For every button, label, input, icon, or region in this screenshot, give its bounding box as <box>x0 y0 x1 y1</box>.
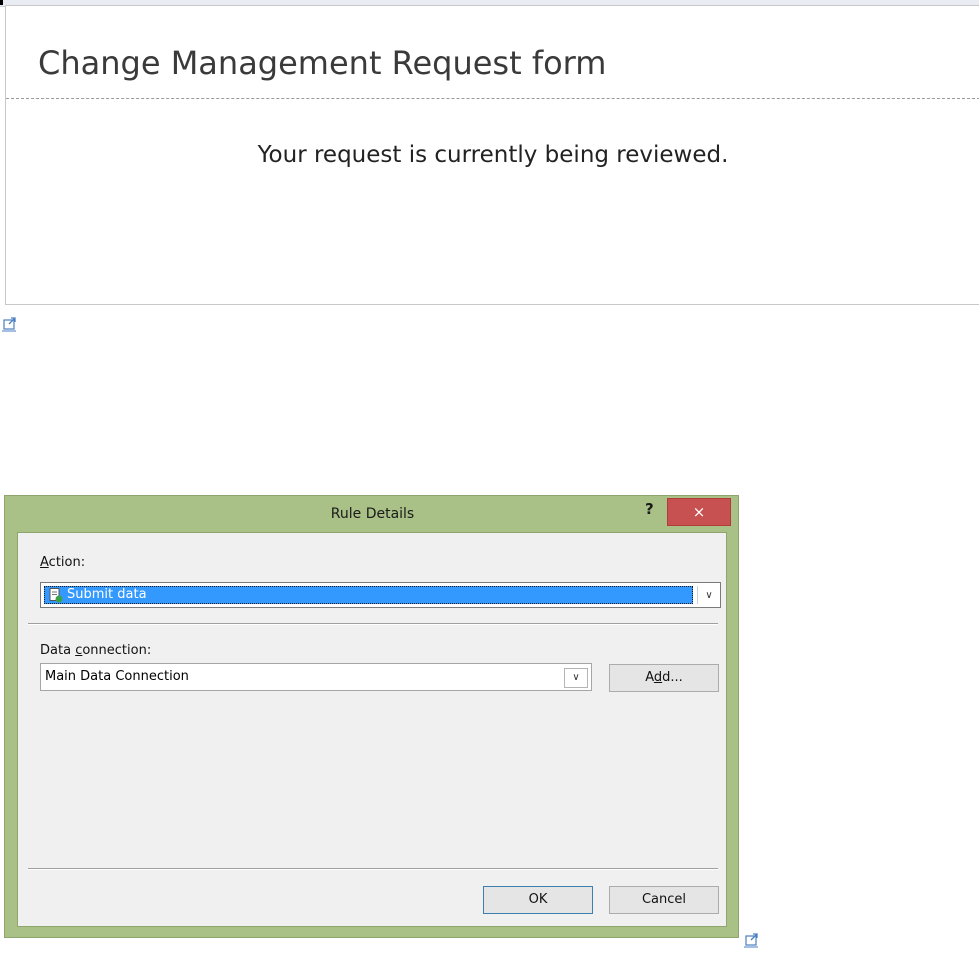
ok-button[interactable]: OK <box>483 886 593 914</box>
divider <box>28 868 718 870</box>
chevron-down-icon[interactable]: ∨ <box>564 668 588 688</box>
action-selected-value: Submit data <box>67 587 147 602</box>
window-corner <box>0 0 3 5</box>
dialog-body: Action: Submit data ∨ Data connection: M… <box>17 532 727 927</box>
action-label: Action: <box>40 555 86 570</box>
rule-details-dialog: Rule Details ? × Action: Submit data ∨ D… <box>4 495 739 938</box>
document-submit-icon <box>49 588 63 603</box>
add-button[interactable]: Add... <box>609 664 719 692</box>
dialog-title: Rule Details <box>330 506 415 522</box>
close-icon: × <box>692 503 706 521</box>
action-dropdown[interactable]: Submit data ∨ <box>40 582 721 608</box>
cancel-button[interactable]: Cancel <box>609 886 719 914</box>
data-connection-value: Main Data Connection <box>45 669 189 684</box>
data-connection-label: Data connection: <box>40 643 152 658</box>
action-selected-option: Submit data <box>44 586 693 604</box>
help-button[interactable]: ? <box>645 500 654 518</box>
divider <box>28 623 718 625</box>
form-message: Your request is currently being reviewed… <box>257 142 729 168</box>
data-connection-dropdown[interactable]: Main Data Connection ∨ <box>40 663 592 691</box>
external-link-icon[interactable] <box>2 316 18 332</box>
form-title: Change Management Request form <box>38 44 607 82</box>
chevron-down-icon[interactable]: ∨ <box>697 586 720 604</box>
form-panel: Change Management Request form Your requ… <box>5 5 979 305</box>
external-link-icon[interactable] <box>744 932 760 948</box>
form-divider <box>6 98 979 99</box>
close-button[interactable]: × <box>667 498 731 526</box>
